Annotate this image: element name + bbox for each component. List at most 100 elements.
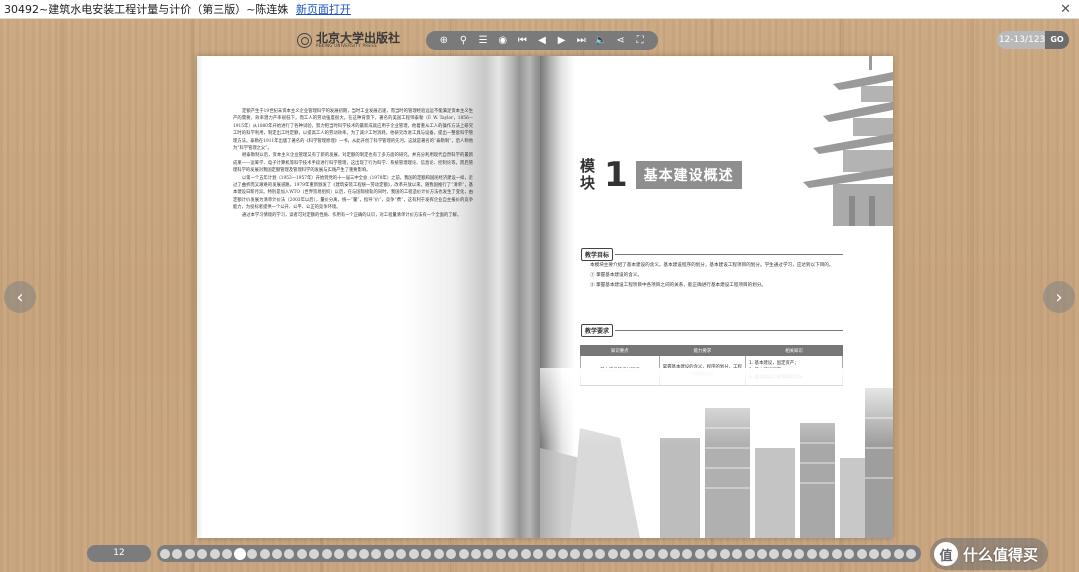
page-dot[interactable] — [470, 548, 481, 559]
module-title: 基本建设概述 — [635, 161, 742, 189]
page-dot[interactable] — [533, 548, 544, 559]
page-dot[interactable] — [819, 548, 830, 559]
next-page-icon[interactable]: ▶ — [555, 34, 569, 48]
page-dot[interactable] — [421, 548, 432, 559]
page-dot[interactable] — [184, 548, 195, 559]
page-dot[interactable] — [632, 548, 643, 559]
page-dot[interactable] — [732, 548, 743, 559]
page-dot[interactable] — [831, 548, 842, 559]
sound-icon[interactable]: 🔈 — [594, 34, 608, 48]
page-dot[interactable] — [694, 548, 705, 559]
page-dot[interactable] — [707, 548, 718, 559]
left-page[interactable]: 定额产生于19世纪末资本主义企业管理科学的发展初期，当时工业发展迅速，而当时的管… — [197, 56, 540, 538]
page-dot[interactable] — [197, 548, 208, 559]
page-dot[interactable] — [508, 548, 519, 559]
page-dot[interactable] — [607, 548, 618, 559]
fullscreen-icon[interactable]: ⛶ — [633, 34, 647, 48]
objectives-heading: 教学目标 — [581, 248, 843, 261]
page-dot[interactable] — [209, 548, 220, 559]
page-dot[interactable] — [222, 548, 233, 559]
prev-page-arrow-icon[interactable]: ‹ — [4, 281, 36, 313]
last-page-icon[interactable]: ⏭ — [574, 34, 588, 48]
page-dot[interactable] — [296, 548, 307, 559]
logo-subtext: PEKING UNIVERSITY PRESS — [316, 43, 377, 48]
page-dot[interactable] — [881, 548, 892, 559]
page-indicator-input[interactable]: 12-13/123 — [997, 31, 1047, 49]
page-dot[interactable] — [446, 548, 457, 559]
go-button[interactable]: GO — [1045, 31, 1069, 49]
zoom-in-icon[interactable]: ⊕ — [437, 34, 451, 48]
page-dot[interactable] — [582, 548, 593, 559]
page-dot[interactable] — [321, 548, 332, 559]
requirements-heading-label: 教学要求 — [581, 324, 614, 337]
page-dot[interactable] — [794, 548, 805, 559]
prev-page-icon[interactable]: ◀ — [535, 34, 549, 48]
first-page-icon[interactable]: ⏮ — [515, 34, 529, 48]
page-dot[interactable] — [259, 548, 270, 559]
book-spread[interactable]: 定额产生于19世纪末资本主义企业管理科学的发展初期，当时工业发展迅速，而当时的管… — [197, 56, 893, 538]
page-dot[interactable] — [359, 548, 369, 559]
cityscape-illustration — [540, 368, 893, 538]
pagoda-illustration — [803, 56, 893, 226]
table-header: 相关知识 — [745, 345, 843, 356]
page-dot[interactable] — [520, 548, 531, 559]
open-new-page-link[interactable]: 新页面打开 — [296, 3, 351, 16]
page-dot[interactable] — [620, 548, 631, 559]
page-dot[interactable] — [160, 548, 170, 559]
page-dot[interactable] — [495, 548, 506, 559]
page-dot[interactable] — [271, 548, 282, 559]
list-icon[interactable]: ☰ — [476, 34, 490, 48]
page-dot[interactable] — [657, 548, 668, 559]
page-dot[interactable] — [433, 548, 444, 559]
current-page-number: 12 — [87, 545, 151, 562]
page-thumbnail-dots[interactable] — [157, 545, 921, 562]
page-dot[interactable] — [545, 548, 556, 559]
window-title-bar: 30492~建筑水电安装工程计量与计价（第三版）~陈连姝 新页面打开 ✕ — [0, 0, 1079, 19]
page-dot[interactable] — [383, 548, 394, 559]
right-page[interactable]: 模块 1 基本建设概述 教学目标 本模块主要介绍了基本建设的含义，基本建设程序的… — [540, 56, 893, 538]
page-dot[interactable] — [868, 548, 879, 559]
module-label: 模块 — [580, 157, 596, 192]
reader-stage: 北京大学出版社 PEKING UNIVERSITY PRESS ⊕ ⚲ ☰ ◉ ⏮ ◀ ▶ ⏭… — [0, 19, 1079, 572]
watermark: 值 什么值得买 — [930, 538, 1049, 570]
page-dot[interactable] — [595, 548, 606, 559]
page-dot[interactable] — [682, 548, 693, 559]
university-emblem-icon — [297, 32, 312, 48]
page-dot[interactable] — [458, 548, 469, 559]
page-dot[interactable] — [844, 548, 855, 559]
page-dot[interactable] — [744, 548, 755, 559]
autoplay-icon[interactable]: ◉ — [496, 34, 510, 48]
page-dot[interactable] — [558, 548, 568, 559]
page-dot[interactable] — [806, 548, 817, 559]
requirements-heading: 教学要求 — [581, 324, 843, 337]
page-dot[interactable] — [769, 548, 780, 559]
next-page-arrow-icon[interactable]: › — [1043, 281, 1075, 313]
page-dot[interactable] — [334, 548, 345, 559]
page-dot[interactable] — [483, 548, 494, 559]
page-dot[interactable] — [757, 548, 767, 559]
left-page-text: 定额产生于19世纪末资本主义企业管理科学的发展初期，当时工业发展迅速，而当时的管… — [233, 108, 473, 219]
page-dot[interactable] — [234, 548, 245, 559]
page-dot[interactable] — [284, 548, 295, 559]
page-dot[interactable] — [371, 548, 382, 559]
page-dot[interactable] — [781, 548, 792, 559]
watermark-text: 什么值得买 — [963, 545, 1039, 564]
page-dot[interactable] — [172, 548, 183, 559]
page-dot[interactable] — [719, 548, 730, 559]
search-icon[interactable]: ⚲ — [456, 34, 470, 48]
page-dot[interactable] — [906, 548, 917, 559]
page-dot[interactable] — [570, 548, 581, 559]
page-dot[interactable] — [247, 548, 258, 559]
page-dot[interactable] — [309, 548, 320, 559]
paragraph: 以第一个五年计划（1953—1957年）开始到党的十一届三中全会（1978年）之… — [233, 175, 473, 211]
close-icon[interactable]: ✕ — [1060, 0, 1071, 19]
page-dot[interactable] — [408, 548, 419, 559]
share-icon[interactable]: ⋖ — [613, 34, 627, 48]
page-dot[interactable] — [856, 548, 867, 559]
page-dot[interactable] — [669, 548, 680, 559]
page-dot[interactable] — [893, 548, 904, 559]
page-dot[interactable] — [346, 548, 357, 559]
page-dot[interactable] — [645, 548, 656, 559]
book-spine — [513, 56, 563, 538]
page-dot[interactable] — [396, 548, 407, 559]
